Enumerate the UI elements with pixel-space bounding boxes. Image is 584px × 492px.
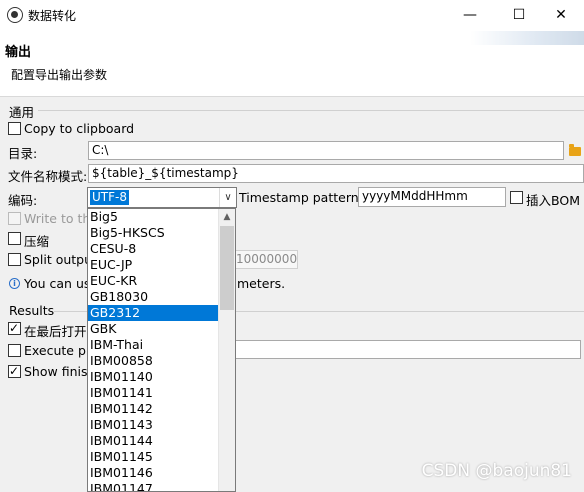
encoding-option[interactable]: GBK xyxy=(88,321,218,337)
copy-to-clipboard-checkbox[interactable] xyxy=(8,122,21,135)
encoding-label: 编码: xyxy=(8,193,38,208)
execute-process-checkbox[interactable] xyxy=(8,344,21,357)
info-text-end: meters. xyxy=(237,276,286,291)
directory-label: 目录: xyxy=(8,146,38,161)
window-title: 数据转化 xyxy=(28,9,77,23)
encoding-option[interactable]: IBM-Thai xyxy=(88,337,218,353)
show-finish-label: Show finish xyxy=(24,364,96,379)
results-group-label: Results xyxy=(9,303,55,318)
chevron-down-icon[interactable]: ∨ xyxy=(219,188,236,207)
info-icon: i xyxy=(9,278,20,289)
maximize-button[interactable]: ☐ xyxy=(496,0,542,31)
general-group-label: 通用 xyxy=(9,105,35,120)
encoding-select[interactable]: UTF-8 ∨ xyxy=(87,187,237,208)
directory-input[interactable]: C:\ xyxy=(88,141,564,160)
timestamp-pattern-label: Timestamp pattern: xyxy=(239,190,363,205)
page-title: 输出 xyxy=(5,45,32,60)
encoding-option[interactable]: CESU-8 xyxy=(88,241,218,257)
scrollbar-thumb[interactable] xyxy=(220,226,234,310)
write-to-checkbox xyxy=(8,212,21,225)
compress-label: 压缩 xyxy=(24,234,50,249)
filename-pattern-label: 文件名称模式: xyxy=(8,169,88,184)
encoding-option[interactable]: IBM01146 xyxy=(88,465,218,481)
encoding-option[interactable]: IBM01142 xyxy=(88,401,218,417)
encoding-option[interactable]: EUC-KR xyxy=(88,273,218,289)
open-at-end-checkbox[interactable] xyxy=(8,320,21,336)
app-icon xyxy=(7,7,23,23)
split-size-input[interactable]: 10000000 xyxy=(232,250,298,269)
encoding-select-value: UTF-8 xyxy=(90,190,129,205)
header-decoration xyxy=(470,31,584,45)
encoding-option[interactable]: IBM01141 xyxy=(88,385,218,401)
encoding-option[interactable]: EUC-JP xyxy=(88,257,218,273)
encoding-option[interactable]: IBM01144 xyxy=(88,433,218,449)
encoding-option[interactable]: IBM01147 xyxy=(88,481,218,491)
write-to-label: Write to th xyxy=(24,211,91,226)
encoding-option[interactable]: Big5 xyxy=(88,209,218,225)
general-group-divider xyxy=(38,110,584,111)
encoding-dropdown-list[interactable]: Big5 Big5-HKSCS CESU-8 EUC-JP EUC-KR GB18030 G… xyxy=(87,208,236,492)
open-at-end-label: 在最后打开 xyxy=(24,324,87,339)
encoding-option[interactable]: IBM01145 xyxy=(88,449,218,465)
watermark-text: CSDN @baojun81 xyxy=(421,461,572,481)
encoding-option[interactable]: Big5-HKSCS xyxy=(88,225,218,241)
insert-bom-checkbox[interactable] xyxy=(510,191,523,204)
timestamp-pattern-input[interactable]: yyyyMMddHHmm xyxy=(358,187,506,207)
encoding-option[interactable]: GB2312 xyxy=(88,305,218,321)
encoding-option[interactable]: IBM01143 xyxy=(88,417,218,433)
filename-pattern-input[interactable]: ${table}_${timestamp} xyxy=(88,164,584,183)
scroll-up-icon[interactable]: ▲ xyxy=(219,209,235,225)
split-output-checkbox[interactable] xyxy=(8,253,21,266)
show-finish-checkbox[interactable] xyxy=(8,363,21,379)
insert-bom-label: 插入BOM xyxy=(526,193,580,208)
copy-to-clipboard-label: Copy to clipboard xyxy=(24,121,135,136)
close-button[interactable]: ✕ xyxy=(538,0,584,31)
encoding-option[interactable]: IBM00858 xyxy=(88,353,218,369)
encoding-option[interactable]: IBM01140 xyxy=(88,369,218,385)
minimize-button[interactable]: — xyxy=(447,0,493,31)
folder-icon[interactable] xyxy=(569,144,581,156)
encoding-option[interactable]: GB18030 xyxy=(88,289,218,305)
compress-checkbox[interactable] xyxy=(8,232,21,245)
page-subtitle: 配置导出输出参数 xyxy=(11,68,108,82)
execute-process-input[interactable] xyxy=(232,340,581,359)
dropdown-scrollbar[interactable]: ▲ xyxy=(218,209,235,491)
split-output-label: Split outpu xyxy=(24,252,93,267)
